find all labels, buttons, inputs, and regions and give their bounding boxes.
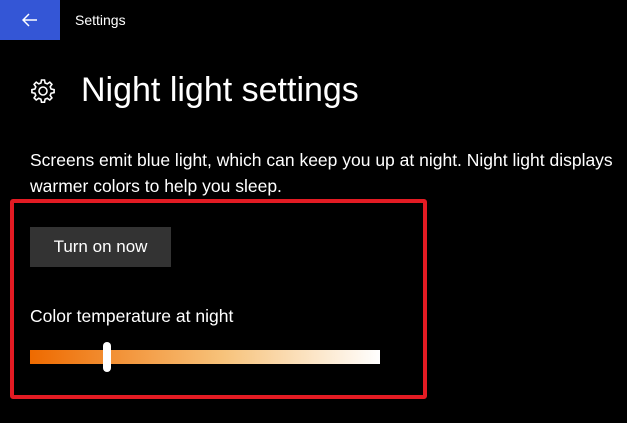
turn-on-now-button[interactable]: Turn on now: [30, 227, 171, 267]
slider-thumb[interactable]: [103, 342, 111, 372]
page-title: Night light settings: [81, 71, 359, 109]
page-header: Night light settings: [0, 60, 627, 122]
app-title: Settings: [75, 12, 126, 28]
slider-track[interactable]: [30, 350, 380, 364]
description-text: Screens emit blue light, which can keep …: [30, 150, 613, 196]
arrow-left-icon: [22, 13, 37, 27]
title-bar: Settings: [0, 0, 627, 40]
color-temperature-slider[interactable]: [30, 342, 380, 372]
gear-icon: [31, 79, 55, 103]
back-button[interactable]: [0, 0, 60, 40]
color-temperature-label: Color temperature at night: [30, 306, 234, 326]
